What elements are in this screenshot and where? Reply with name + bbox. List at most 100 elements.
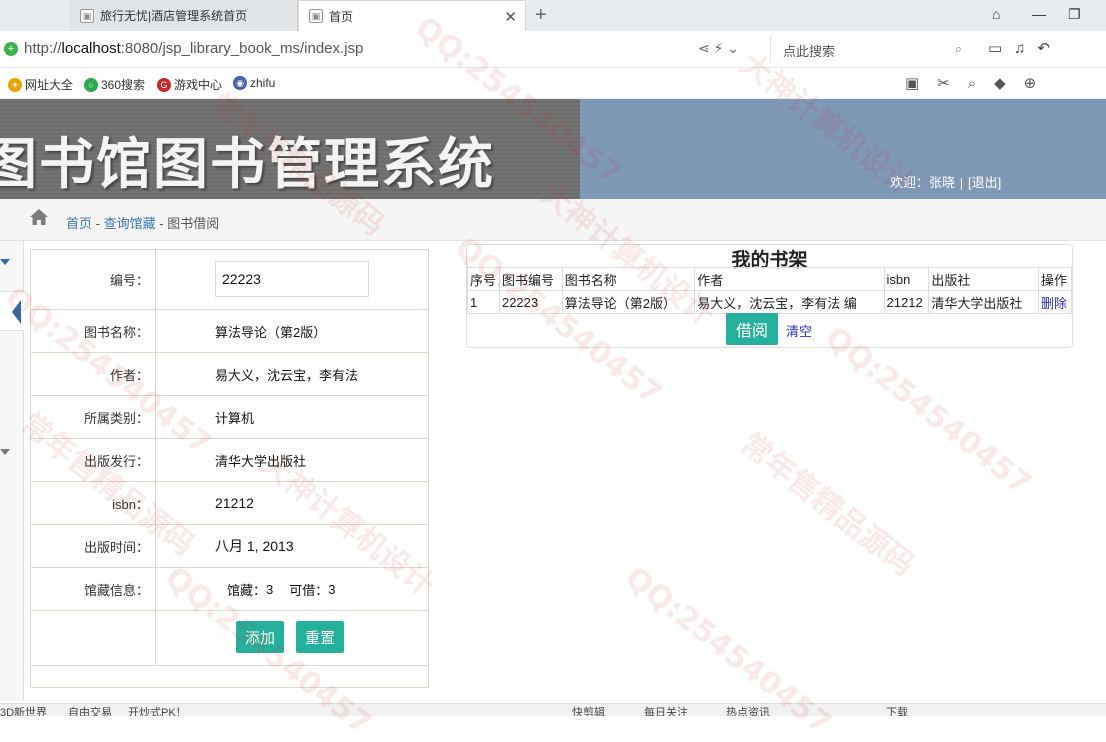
table-cell: 22223 [498, 290, 563, 314]
status-item[interactable]: 开炒式PK！ [128, 704, 187, 716]
publisher-label: 出版发行： [31, 439, 156, 481]
status-item[interactable]: 快剪辑 [572, 704, 605, 716]
zhifu-icon: ◉ [233, 76, 247, 90]
actions-label [31, 611, 156, 665]
toolbar-icons[interactable]: ▭♫↶ [988, 39, 1062, 57]
isbn-value: 21212 [215, 495, 254, 511]
table-cell: 算法导论（第2版） [561, 290, 696, 314]
breadcrumb: 首页 - 查询馆藏 - 图书借阅 [0, 199, 1106, 241]
status-item[interactable]: 热点资讯 [726, 704, 770, 716]
search-placeholder: 点此搜索 [783, 44, 836, 59]
bookmark-360-search[interactable]: ○ 360搜索 [84, 76, 145, 93]
book-detail-form: 编号： 图书名称： 算法导论（第2版） 作者： 易大义，沈云宝，李有法 所属类别… [30, 249, 429, 688]
pubdate-label: 出版时间： [31, 525, 156, 567]
search-icon[interactable]: ⌕ [955, 41, 962, 57]
holdings-value: 馆藏： 3 可借： 3 [227, 568, 336, 610]
browser-status-bar: 3D新世界 自由交易 开炒式PK！ 快剪辑 每日关注 热点资讯 下载 [0, 703, 1106, 716]
author-value: 易大义，沈云宝，李有法 [215, 367, 359, 383]
status-item[interactable]: 3D新世界 [0, 704, 47, 716]
status-item[interactable]: 下载 [886, 704, 908, 716]
extension-icons[interactable]: ▣✂⌕◆⊕ [905, 74, 1054, 92]
publisher-value: 清华大学出版社 [215, 453, 307, 469]
close-tab-icon[interactable]: ✕ [504, 8, 517, 26]
url-field[interactable]: http://localhost:8080/jsp_library_book_m… [24, 40, 363, 57]
share-icon[interactable]: ⋖ ⚡ ⌄ [698, 40, 739, 57]
column-header: 序号 [467, 267, 500, 291]
browser-tab-label: 旅行无忧|酒店管理系统首页 [100, 9, 248, 23]
pubdate-value: 八月 1, 2013 [215, 538, 294, 554]
browser-tab-hotel[interactable]: ▣ 旅行无忧|酒店管理系统首页 [70, 0, 298, 31]
column-header: 图书名称 [561, 267, 696, 291]
url-path: :8080/jsp_library_book_ms/index.jsp [120, 40, 364, 57]
bookmarks-bar: ✦ 网址大全 ○ 360搜索 G 游戏中心 ◉ zhifu ▣✂⌕◆⊕ [0, 68, 1106, 99]
bookmark-zhifu[interactable]: ◉ zhifu [233, 76, 275, 90]
borrow-button[interactable]: 借阅 [726, 313, 779, 345]
status-item[interactable]: 自由交易 [68, 704, 112, 716]
form-row-author: 作者： 易大义，沈云宝，李有法 [31, 353, 428, 396]
book-id-input[interactable] [215, 261, 369, 297]
form-row-publisher: 出版发行： 清华大学出版社 [31, 439, 428, 482]
skin-icon[interactable]: ⌂ [992, 6, 1000, 22]
breadcrumb-separator: - [95, 216, 100, 231]
page-favicon-icon: ▣ [80, 8, 94, 23]
clear-shelf-link[interactable]: 清空 [786, 321, 812, 340]
browser-tab-home[interactable]: ▣ 首页 ✕ [298, 0, 526, 31]
site-info-icon[interactable]: + [4, 42, 18, 56]
bookmark-label: 游戏中心 [174, 78, 223, 92]
breadcrumb-separator: - [159, 216, 164, 231]
divider [961, 177, 963, 190]
form-row-name: 图书名称： 算法导论（第2版） [31, 310, 428, 353]
form-row-pubdate: 出版时间： 八月 1, 2013 [31, 525, 428, 568]
bookmark-site-nav[interactable]: ✦ 网址大全 [8, 76, 73, 93]
id-label: 编号： [31, 250, 156, 309]
form-row-isbn: isbn： 21212 [31, 482, 428, 525]
bookmark-game-center[interactable]: G 游戏中心 [157, 76, 222, 93]
table-cell-action: 删除 [1038, 290, 1072, 314]
maximize-icon[interactable]: ❐ [1068, 6, 1081, 23]
breadcrumb-home-link[interactable]: 首页 [66, 216, 92, 231]
breadcrumb-section-link[interactable]: 查询馆藏 [104, 216, 156, 231]
search-input[interactable]: 点此搜索 ⌕ [770, 36, 970, 63]
sidebar-collapse-toggle[interactable] [0, 291, 24, 331]
site-title: 图书馆图书管理系统 [0, 131, 496, 196]
status-item[interactable]: 每日关注 [644, 704, 688, 716]
isbn-label: isbn： [31, 482, 156, 524]
holdings-label: 馆藏信息： [31, 568, 156, 610]
address-bar: + http://localhost:8080/jsp_library_book… [0, 31, 1106, 68]
browser-tab-label: 首页 [329, 9, 354, 24]
home-icon[interactable] [29, 208, 49, 226]
delete-link[interactable]: 删除 [1041, 296, 1067, 311]
holdings-available-label: 可借： [289, 582, 329, 598]
my-bookshelf: 我的书架 序号 图书编号 图书名称 作者 isbn 出版社 操作 1 22223… [466, 244, 1073, 348]
logout-link[interactable]: [退出] [968, 175, 1001, 190]
reset-button[interactable]: 重置 [296, 621, 345, 653]
form-row-actions: 添加 重置 [31, 611, 428, 666]
360-search-icon: ○ [84, 77, 98, 92]
breadcrumb-current: 图书借阅 [167, 216, 220, 231]
table-cell: 21212 [883, 290, 930, 314]
breadcrumb-trail: 首页 - 查询馆藏 - 图书借阅 [66, 213, 219, 232]
bookshelf-table: 序号 图书编号 图书名称 作者 isbn 出版社 操作 1 22223 算法导论… [467, 267, 1072, 314]
new-tab-icon[interactable]: + [535, 4, 547, 27]
sidebar [0, 241, 24, 701]
category-label: 所属类别： [31, 396, 156, 438]
welcome-area: 欢迎：张晓 [退出] [890, 172, 1001, 191]
form-row-category: 所属类别： 计算机 [31, 396, 428, 439]
page-favicon-icon: ▣ [309, 9, 323, 23]
minimize-icon[interactable]: — [1032, 6, 1046, 22]
add-button[interactable]: 添加 [236, 621, 285, 653]
book-name-value: 算法导论（第2版） [215, 324, 327, 340]
welcome-label: 欢迎： [890, 175, 930, 190]
bookmark-label: 360搜索 [101, 78, 146, 92]
column-header: 出版社 [928, 267, 1039, 291]
category-value: 计算机 [215, 410, 255, 426]
column-header: 操作 [1038, 267, 1072, 291]
url-host: localhost [61, 40, 121, 57]
chevron-down-icon[interactable] [0, 449, 10, 455]
author-label: 作者： [31, 353, 156, 395]
banner-image: 图书馆图书管理系统 [0, 99, 580, 199]
table-cell: 易大义，沈云宝，李有法 编 [694, 290, 885, 314]
chevron-down-icon[interactable] [0, 259, 10, 265]
bookmark-label: zhifu [250, 76, 276, 90]
watermark-text: 常年售精品源码 [733, 426, 921, 584]
